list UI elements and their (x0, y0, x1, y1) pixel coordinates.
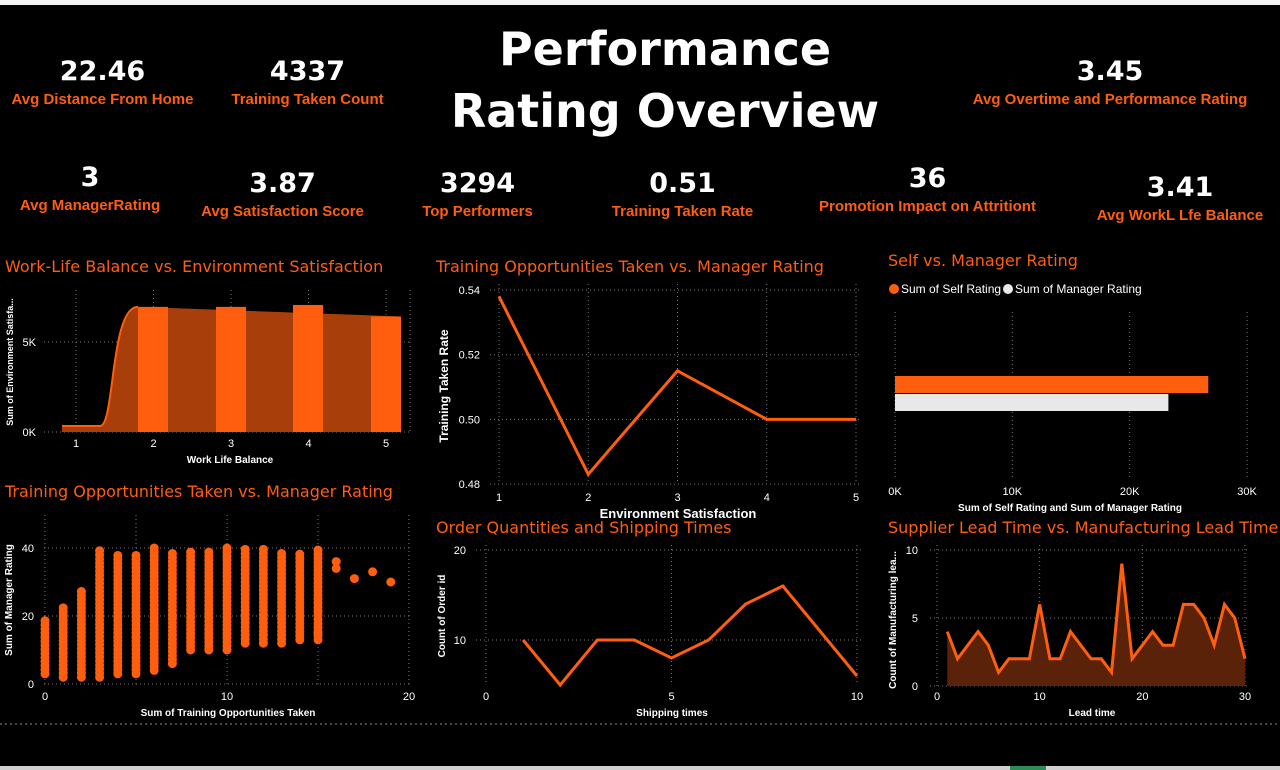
y-tick-label: 5 (912, 613, 918, 625)
area-fill (947, 563, 1245, 686)
scatter-point (76, 587, 86, 597)
scatter-point (277, 548, 287, 558)
y-tick-label: 0K (23, 427, 37, 439)
x-tick-label: 10K (1003, 486, 1023, 498)
area-band (293, 304, 323, 432)
scatter-point (313, 628, 323, 638)
x-axis-label: Lead time (1069, 708, 1116, 719)
bar-self (895, 376, 1209, 393)
y-axis-label: Sum of Environment Satisfa... (5, 298, 15, 426)
scatter-point (131, 550, 141, 560)
x-tick-label: 20 (403, 691, 415, 703)
x-tick-label: 0 (483, 691, 489, 703)
x-axis-label: Shipping times (636, 708, 708, 719)
x-tick-label: 5 (383, 438, 389, 450)
x-tick-label: 5 (668, 691, 674, 703)
worklife-area-chart: 1 2 3 4 5 5K 0K Work Life Balance Sum of Environ… (0, 282, 1280, 725)
x-tick-label: 10 (221, 691, 233, 703)
scatter-point (258, 544, 268, 554)
y-tick-label: 10 (454, 635, 466, 647)
scatter-point (222, 543, 232, 553)
x-tick-label: 10 (1034, 691, 1046, 703)
y-axis-label: Count of Manufacturing lea... (888, 551, 899, 689)
scatter-point (331, 563, 341, 573)
legend-label-manager: Sum of Manager Rating (1015, 282, 1142, 296)
y-tick-label: 0.52 (459, 350, 480, 362)
x-tick-label: 30K (1237, 486, 1257, 498)
x-tick-label: 4 (764, 492, 770, 504)
x-tick-label: 3 (674, 492, 680, 504)
series-line (497, 295, 856, 477)
scatter-point (313, 545, 323, 555)
x-tick-label: 3 (228, 438, 234, 450)
y-tick-label: 0.48 (459, 479, 480, 491)
y-tick-label: 0.50 (459, 414, 480, 426)
scatter-point (58, 603, 68, 613)
y-tick-label: 20 (454, 545, 466, 557)
y-tick-label: 0 (28, 679, 34, 691)
scatter-point (113, 550, 123, 560)
area-band (138, 306, 168, 432)
y-axis-label: Training Taken Rate (437, 329, 451, 442)
x-tick-label: 0K (888, 486, 902, 498)
x-tick-label: 1 (496, 492, 502, 504)
x-axis-label: Work Life Balance (187, 455, 274, 466)
x-axis-label: Sum of Self Rating and Sum of Manager Ra… (958, 503, 1182, 514)
scatter-point (204, 547, 214, 557)
y-axis-label: Count of Order id (437, 575, 448, 658)
scatter-point (386, 577, 396, 587)
area-band (216, 306, 246, 432)
x-tick-label: 0 (934, 691, 940, 703)
series-line (521, 584, 859, 688)
area-band (371, 316, 401, 432)
active-page-tab[interactable] (1010, 766, 1046, 770)
scatter-point (40, 616, 50, 626)
x-axis-label: Environment Satisfaction (600, 506, 757, 521)
x-tick-label: 2 (585, 492, 591, 504)
x-tick-label: 2 (150, 438, 156, 450)
bar-manager (895, 394, 1169, 411)
scatter-point (149, 543, 159, 553)
x-tick-label: 0 (42, 691, 48, 703)
x-tick-label: 1 (73, 438, 79, 450)
x-tick-label: 5 (853, 492, 859, 504)
x-tick-label: 4 (305, 438, 311, 450)
scatter-point (240, 544, 250, 554)
legend-label-self: Sum of Self Rating (901, 282, 1001, 296)
scatter-point (167, 548, 177, 558)
legend-marker-self (889, 284, 899, 294)
scatter-point (95, 546, 105, 556)
x-tick-label: 20 (1136, 691, 1148, 703)
y-tick-label: 40 (22, 543, 34, 555)
y-tick-label: 0 (912, 681, 918, 693)
scatter-point (368, 567, 378, 577)
y-tick-label: 0.54 (459, 285, 480, 297)
legend-marker-manager (1003, 284, 1013, 294)
y-tick-label: 20 (22, 611, 34, 623)
scatter-point (349, 574, 359, 584)
scatter-point (186, 547, 196, 557)
y-tick-label: 5K (23, 337, 37, 349)
y-tick-label: 10 (906, 545, 918, 557)
x-axis-label: Sum of Training Opportunities Taken (141, 708, 316, 719)
x-tick-label: 20K (1120, 486, 1140, 498)
y-axis-label: Sum of Manager Rating (4, 544, 15, 656)
scatter-point (295, 549, 305, 559)
x-tick-label: 10 (851, 691, 863, 703)
x-tick-label: 30 (1239, 691, 1251, 703)
status-bar (0, 766, 1280, 770)
